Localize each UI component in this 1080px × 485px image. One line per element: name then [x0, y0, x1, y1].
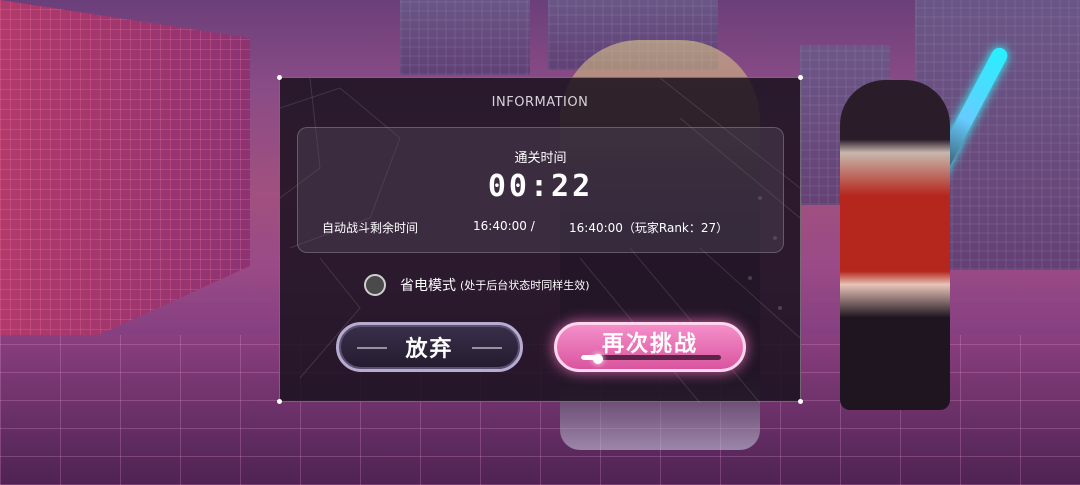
power-saving-note: (处于后台状态时同样生效) — [460, 279, 590, 292]
auto-battle-remaining: 16:40:00 / — [473, 219, 535, 233]
corner-dot — [798, 75, 803, 80]
corner-dot — [277, 399, 282, 404]
retry-button[interactable]: 再次挑战 — [554, 322, 746, 372]
corner-dot — [277, 75, 282, 80]
dialog-title: INFORMATION — [491, 95, 589, 110]
left-wall — [0, 0, 250, 380]
power-saving-option[interactable]: 省电模式 (处于后台状态时同样生效) — [364, 273, 590, 297]
button-ornament — [472, 347, 502, 349]
giveup-button[interactable]: 放弃 — [336, 322, 523, 372]
information-dialog: INFORMATION 通关时间 00:22 自动战斗剩余时间 16:40:00… — [277, 75, 803, 404]
retry-progress-knob — [592, 354, 603, 364]
power-saving-radio[interactable] — [364, 274, 386, 296]
auto-battle-total: 16:40:00（玩家Rank：27） — [569, 221, 729, 235]
clear-time-label: 通关时间 — [514, 151, 567, 166]
power-saving-label: 省电模式 — [400, 278, 456, 294]
auto-battle-label: 自动战斗剩余时间 — [322, 221, 419, 235]
button-ornament — [357, 347, 387, 349]
giveup-label: 放弃 — [405, 337, 454, 362]
clear-time-value: 00:22 — [487, 169, 594, 204]
corner-dot — [798, 399, 803, 404]
result-panel: 通关时间 00:22 自动战斗剩余时间 16:40:00 / 16:40:00（… — [297, 127, 784, 253]
building — [400, 0, 530, 75]
character-red-dress — [840, 80, 950, 410]
retry-label: 再次挑战 — [601, 332, 698, 357]
